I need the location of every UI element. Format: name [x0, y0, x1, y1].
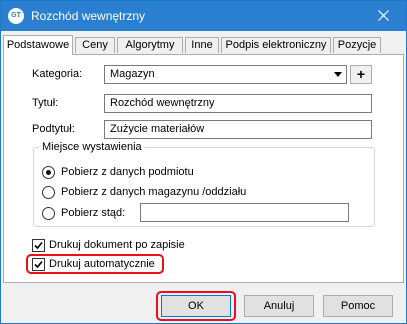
radio-from-here[interactable] [42, 207, 55, 220]
tab-ceny[interactable]: Ceny [75, 37, 115, 53]
tab-pozycje[interactable]: Pozycje [333, 37, 381, 53]
dialog-window: GT Rozchód wewnętrzny Podstawowe Ceny Al… [0, 0, 407, 324]
tytul-field[interactable]: Rozchód wewnętrzny [104, 94, 372, 113]
radio-from-warehouse[interactable] [42, 186, 55, 199]
print-after-save-checkbox[interactable] [32, 239, 45, 252]
kategoria-value: Magazyn [110, 68, 155, 80]
podtytul-label: Podtytuł: [32, 123, 75, 135]
podtytul-field[interactable]: Zużycie materiałów [104, 120, 372, 139]
radio-from-entity[interactable] [42, 166, 55, 179]
chevron-down-icon [334, 72, 342, 77]
tab-algorytmy[interactable]: Algorytmy [117, 37, 183, 53]
add-category-button[interactable]: + [350, 65, 372, 84]
close-button[interactable] [362, 1, 406, 31]
radio-from-warehouse-label[interactable]: Pobierz z danych magazynu /oddziału [61, 186, 246, 198]
radio-from-here-label[interactable]: Pobierz stąd: [61, 207, 125, 219]
title-bar: GT Rozchód wewnętrzny [1, 1, 406, 31]
tab-podstawowe[interactable]: Podstawowe [3, 35, 73, 55]
tab-panel-podstawowe: Kategoria: Magazyn + Tytuł: Rozchód wewn… [3, 54, 404, 283]
issue-place-title: Miejsce wystawienia [39, 141, 145, 153]
custom-place-input[interactable] [140, 203, 349, 222]
kategoria-label: Kategoria: [32, 68, 83, 80]
close-icon [378, 10, 389, 21]
kategoria-select[interactable]: Magazyn [104, 65, 347, 84]
checkmark-icon [34, 241, 43, 250]
help-button[interactable]: Pomoc [323, 295, 393, 317]
tab-podpis-elektroniczny[interactable]: Podpis elektroniczny [221, 37, 331, 53]
window-title: Rozchód wewnętrzny [31, 9, 146, 23]
print-automatically-label[interactable]: Drukuj automatycznie [49, 258, 155, 270]
tab-inne[interactable]: Inne [185, 37, 219, 53]
cancel-button[interactable]: Anuluj [244, 295, 314, 317]
print-automatically-checkbox[interactable] [32, 258, 45, 271]
app-icon: GT [8, 8, 24, 24]
tab-strip: Podstawowe Ceny Algorytmy Inne Podpis el… [3, 35, 404, 55]
issue-place-group: Miejsce wystawienia Pobierz z danych pod… [33, 141, 375, 227]
tytul-label: Tytuł: [32, 97, 59, 109]
radio-from-entity-label[interactable]: Pobierz z danych podmiotu [61, 166, 194, 178]
ok-button[interactable]: OK [161, 295, 231, 317]
checkmark-icon [34, 260, 43, 269]
print-after-save-label[interactable]: Drukuj dokument po zapisie [49, 239, 185, 251]
